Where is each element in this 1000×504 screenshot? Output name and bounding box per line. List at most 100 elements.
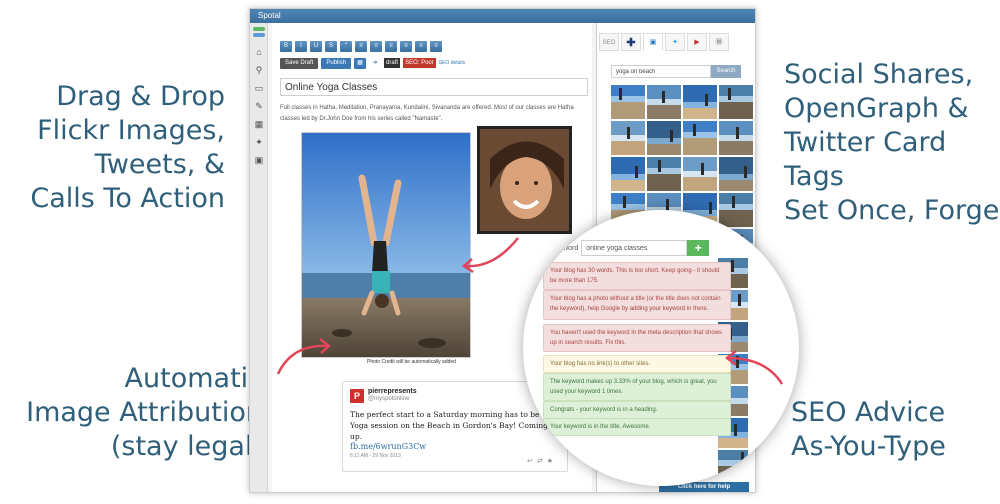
image-thumbnail[interactable] [719,193,753,229]
arrow-icon [276,338,331,375]
tab-add[interactable]: ✚ [621,33,641,51]
seo-advice-item: Your blog has a photo without a title (o… [543,290,731,320]
tab-wordpress[interactable]: Ⓦ [709,33,729,51]
callout-line: Automatic [124,363,263,394]
add-keyword-button[interactable]: + [687,240,710,256]
share-icon[interactable]: ➜ [369,57,382,69]
seo-advice-item: Congrats - your keyword is in a heading. [543,401,731,419]
callout-line: SEO Advice [791,397,946,428]
image-thumbnail[interactable] [719,157,753,193]
reply-icon[interactable]: ↩ [527,458,537,465]
image-thumbnail[interactable] [718,450,748,482]
image-thumbnail[interactable] [683,85,717,121]
seo-advice-item: Your blog has no link(s) to other sites. [543,355,731,373]
tweet-username[interactable]: pierrepresents [368,388,417,396]
callout-line: Drag & Drop [56,81,225,112]
seo-advice-item: Your keyword is in the title. Awesome. [543,418,731,436]
keyword-label: Keyword [551,244,579,252]
calendar-icon[interactable]: ▦ [250,115,268,133]
window-titlebar: Spotal [250,9,755,23]
image-thumbnail[interactable] [647,157,681,193]
tab-images[interactable]: ▣ [643,33,663,51]
align-right-button[interactable]: ≡ [400,41,412,52]
tab-twitter[interactable]: ✦ [665,33,685,51]
align-left-button[interactable]: ≡ [370,41,382,52]
bold-button[interactable]: B [280,41,292,52]
callout-line: Social Shares, [784,59,974,90]
image-thumbnail[interactable] [683,157,717,193]
tweet-link[interactable]: fb.me/6wrunG3Cw [350,442,560,451]
keyword-row: Keyword + [551,240,710,256]
callout-drag-drop: Drag & Drop Flickr Images, Tweets, & Cal… [30,80,225,216]
arrow-icon [724,350,784,385]
callout-line: As-You-Type [791,431,946,462]
publish-button[interactable]: Publish [321,57,352,69]
dashboard-icon[interactable]: ⌂ [250,43,268,61]
save-draft-button[interactable]: Save Draft [280,57,319,69]
list-button[interactable]: ≡ [355,41,367,52]
edit-icon[interactable]: ✎ [250,97,268,115]
tweet-author: pierrepresents @myspotonline [368,388,417,403]
action-toolbar: Save Draft Publish ▦ ➜ draft SEO: Poor S… [280,57,465,69]
media-button[interactable]: ≡ [415,41,427,52]
post-title-input[interactable] [280,78,588,96]
image-thumbnail[interactable] [611,157,645,193]
left-rail: ⌂ ⚲ ▭ ✎ ▦ ✦ ▣ [250,23,268,492]
image-thumbnail[interactable] [647,121,681,157]
avatar: P [350,388,364,403]
monitor-icon[interactable]: ▭ [250,79,268,97]
tweet-handle[interactable]: @myspotonline [368,396,417,403]
tab-seo[interactable]: SEO [599,33,619,51]
image-thumbnail[interactable] [683,121,717,157]
align-center-button[interactable]: ≡ [385,41,397,52]
retweet-icon[interactable]: ⇄ [537,458,547,465]
tweet-text: The perfect start to a Saturday morning … [350,410,560,441]
image-thumbnail[interactable] [719,121,753,157]
callout-line: Twitter Card [784,127,947,158]
callout-line: Tweets, & [94,149,225,180]
quote-button[interactable]: “ [340,41,352,52]
callout-line: Calls To Action [30,183,225,214]
calendar-icon[interactable]: ▦ [354,57,367,69]
tab-youtube[interactable]: ▶ [687,33,707,51]
image-thumbnail[interactable] [647,85,681,121]
photo-credit: Photo Credit will be automatically added [367,359,456,365]
image-thumbnail[interactable] [611,85,645,121]
seo-advice-item: The keyword makes up 3.33% of your blog,… [543,373,731,401]
underline-button[interactable]: U [310,41,322,52]
italic-button[interactable]: I [295,41,307,52]
search-icon[interactable]: ⚲ [250,61,268,79]
status-badge: draft [384,58,401,68]
image-thumbnail[interactable] [719,85,753,121]
callout-line: Image Attribution [26,397,263,428]
link-button[interactable]: ≡ [430,41,442,52]
rail-indicator [252,27,265,31]
callout-line: Set Once, Forget [784,195,1000,226]
strikethrough-button[interactable]: S [325,41,337,52]
image-icon[interactable]: ▣ [250,151,268,169]
callout-line: (stay legal) [110,431,263,462]
portrait-photo[interactable] [477,126,572,234]
yoga-photo[interactable] [301,132,471,358]
panel-tabs: SEO ✚ ▣ ✦ ▶ Ⓦ [597,33,755,53]
format-toolbar: B I U S “ ≡ ≡ ≡ ≡ ≡ ≡ [280,41,442,53]
callout-line: Tags [784,161,844,192]
seo-details-link[interactable]: SEO details [439,60,465,66]
callout-attribution: Automatic Image Attribution (stay legal) [26,362,263,464]
keyword-input[interactable] [581,240,688,256]
rail-indicator [252,33,265,37]
callout-seo: SEO Advice As-You-Type [791,396,946,464]
tweet-actions: ↩⇄★ [527,457,557,465]
seo-advice-item: You haven't used the keyword in the meta… [543,324,731,352]
image-thumbnail[interactable] [611,121,645,157]
callout-social: Social Shares, OpenGraph & Twitter Card … [784,58,1000,228]
seo-advice-item: Your blog has 30 words. This is too shor… [543,262,731,290]
callout-line: Flickr Images, [37,115,225,146]
search-button[interactable]: Search [711,65,741,78]
favorite-icon[interactable]: ★ [547,458,557,465]
post-body-text[interactable]: Full classes in Hatha, Meditation, Prana… [280,103,588,125]
twitter-icon[interactable]: ✦ [250,133,268,151]
tweet-header: P pierrepresents @myspotonline [350,388,560,403]
image-search-input[interactable] [611,65,711,78]
arrow-icon [461,237,519,274]
